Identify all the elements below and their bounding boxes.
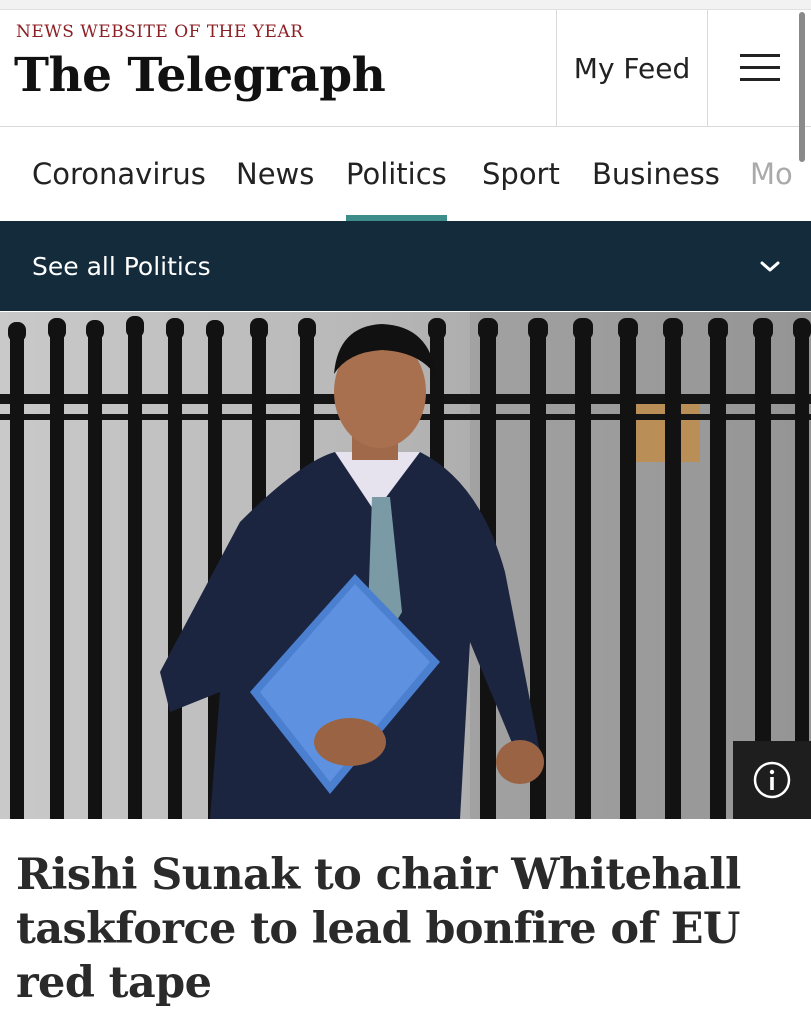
nav-item-sport[interactable]: Sport (482, 127, 560, 221)
nav-item-politics[interactable]: Politics (346, 127, 447, 221)
browser-top-strip (0, 0, 811, 10)
politics-subnav-bar[interactable]: See all Politics (0, 221, 811, 311)
see-all-politics-label: See all Politics (32, 251, 211, 281)
section-nav: Coronavirus News Politics Sport Business… (0, 127, 811, 221)
nav-item-coronavirus[interactable]: Coronavirus (32, 127, 206, 221)
hamburger-menu-icon (740, 54, 780, 81)
chevron-down-icon (760, 261, 780, 272)
menu-button[interactable] (709, 10, 811, 126)
nav-item-more[interactable]: Mo (750, 127, 793, 221)
hero-photo-illustration (0, 312, 811, 819)
nav-item-business[interactable]: Business (592, 127, 720, 221)
article-headline[interactable]: Rishi Sunak to chair Whitehall taskforce… (16, 848, 796, 1010)
my-feed-button[interactable]: My Feed (556, 10, 708, 126)
nav-item-news[interactable]: News (236, 127, 314, 221)
image-info-button[interactable] (733, 741, 811, 819)
info-icon (753, 761, 791, 799)
masthead: NEWS WEBSITE OF THE YEAR The Telegraph M… (0, 10, 811, 127)
telegraph-logo[interactable]: The Telegraph (14, 48, 386, 103)
hero-image[interactable] (0, 312, 811, 819)
tagline: NEWS WEBSITE OF THE YEAR (16, 22, 304, 42)
